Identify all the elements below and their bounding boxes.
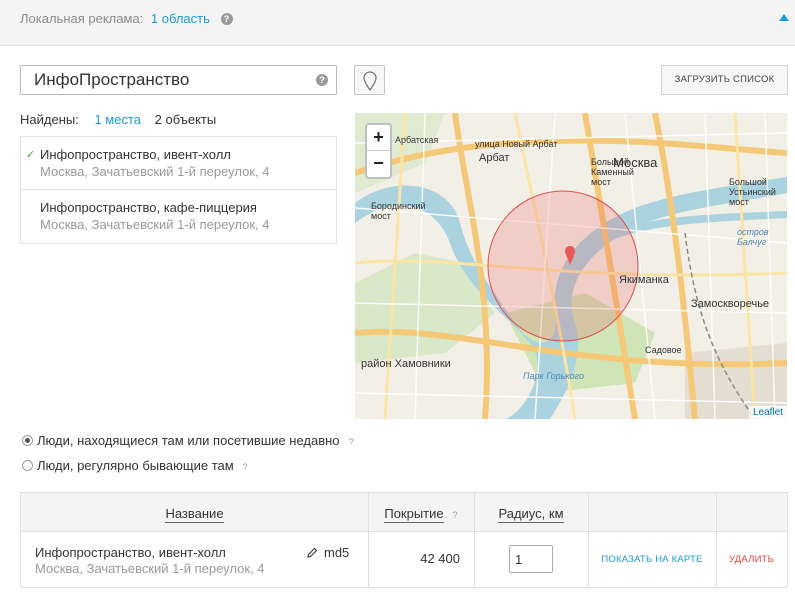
- row-address: Москва, Зачатьевский 1-й переулок, 4: [35, 561, 265, 576]
- map-label-khamovniki: район Хамовники: [361, 358, 451, 370]
- local-ads-label-wrap: Локальная реклама: 1 область ?: [20, 11, 233, 26]
- found-label: Найдены:: [20, 112, 79, 127]
- zoom-out-button[interactable]: −: [367, 151, 390, 177]
- map-label-arbatskaya: Арбатская: [395, 135, 438, 145]
- map-label-zamoskvorechye: Замоскворечье: [691, 298, 769, 310]
- help-icon[interactable]: ?: [243, 462, 248, 472]
- audience-option-regular[interactable]: Люди, регулярно бывающие там?: [22, 458, 248, 473]
- col-coverage-header[interactable]: Покрытие?: [368, 493, 474, 532]
- result-address: Москва, Зачатьевский 1-й переулок, 4: [40, 164, 270, 179]
- radio-regular[interactable]: [22, 460, 33, 471]
- map-label-park: Парк Горького: [523, 371, 584, 381]
- delete-link[interactable]: УДАЛИТЬ: [716, 554, 787, 565]
- objects-count[interactable]: 2 объекты: [155, 112, 217, 127]
- audience-option-recent[interactable]: Люди, находящиеся там или посетившие нед…: [22, 433, 354, 448]
- search-help-icon[interactable]: ?: [316, 74, 328, 86]
- list-item[interactable]: ✓ Инфопространство, ивент-холл Москва, З…: [21, 137, 336, 190]
- audience-option-label: Люди, регулярно бывающие там: [37, 458, 234, 473]
- load-list-button[interactable]: ЗАГРУЗИТЬ СПИСОК: [661, 65, 788, 95]
- local-ads-header: Локальная реклама: 1 область ?: [0, 0, 795, 46]
- zoom-in-button[interactable]: +: [367, 125, 390, 151]
- radio-recent[interactable]: [22, 435, 33, 446]
- map-pin-icon: [363, 71, 377, 91]
- map-view[interactable]: Арбат Москва Якиманка Замоскворечье райо…: [355, 113, 787, 419]
- areas-link[interactable]: 1 область: [151, 11, 210, 26]
- place-search-box: ?: [20, 65, 337, 95]
- help-icon[interactable]: ?: [220, 13, 233, 25]
- collapse-arrow-icon[interactable]: [779, 14, 789, 21]
- result-title: Инфопространство, кафе-пиццерия: [40, 200, 257, 215]
- col-name-header[interactable]: Название: [21, 493, 368, 532]
- place-search-input[interactable]: [21, 66, 311, 94]
- places-link[interactable]: 1 места: [94, 112, 141, 127]
- map-tiles: Арбат Москва Якиманка Замоскворечье райо…: [355, 113, 787, 419]
- map-pin-button[interactable]: [354, 65, 385, 95]
- map-label-sadovoe: Садовое: [645, 345, 682, 355]
- radius-input[interactable]: [509, 545, 553, 573]
- list-item[interactable]: Инфопространство, кафе-пиццерия Москва, …: [21, 190, 336, 243]
- help-icon[interactable]: ?: [453, 510, 458, 520]
- row-coverage: 42 400: [420, 551, 460, 566]
- places-table: Название Покрытие? Радиус, км Инфопростр…: [20, 492, 788, 588]
- table-header: Название Покрытие? Радиус, км: [21, 493, 787, 532]
- zoom-control: + −: [365, 123, 392, 179]
- help-icon[interactable]: ?: [349, 437, 354, 447]
- result-title: Инфопространство, ивент-холл: [40, 147, 231, 162]
- result-address: Москва, Зачатьевский 1-й переулок, 4: [40, 217, 270, 232]
- local-ads-label: Локальная реклама:: [20, 11, 144, 26]
- map-label-new-arbat: улица Новый Арбат: [475, 139, 557, 149]
- audience-option-label: Люди, находящиеся там или посетившие нед…: [37, 433, 340, 448]
- edit-name-button[interactable]: md5: [307, 545, 349, 560]
- map-label-yakimanka: Якиманка: [619, 274, 670, 286]
- edit-label: md5: [324, 545, 350, 560]
- col-radius-header[interactable]: Радиус, км: [474, 493, 588, 532]
- map-label-arbat: Арбат: [479, 152, 509, 164]
- map-attribution[interactable]: Leaflet: [748, 406, 787, 419]
- row-title: Инфопространство, ивент-холл: [35, 545, 226, 560]
- results-list: ✓ Инфопространство, ивент-холл Москва, З…: [20, 136, 337, 244]
- show-on-map-link[interactable]: ПОКАЗАТЬ НА КАРТЕ: [588, 554, 716, 565]
- found-summary: Найдены: 1 места 2 объекты: [20, 112, 216, 127]
- map-label-ostrov: остров Балчуг: [737, 227, 769, 247]
- pencil-icon: [307, 547, 318, 558]
- check-icon: ✓: [26, 149, 36, 161]
